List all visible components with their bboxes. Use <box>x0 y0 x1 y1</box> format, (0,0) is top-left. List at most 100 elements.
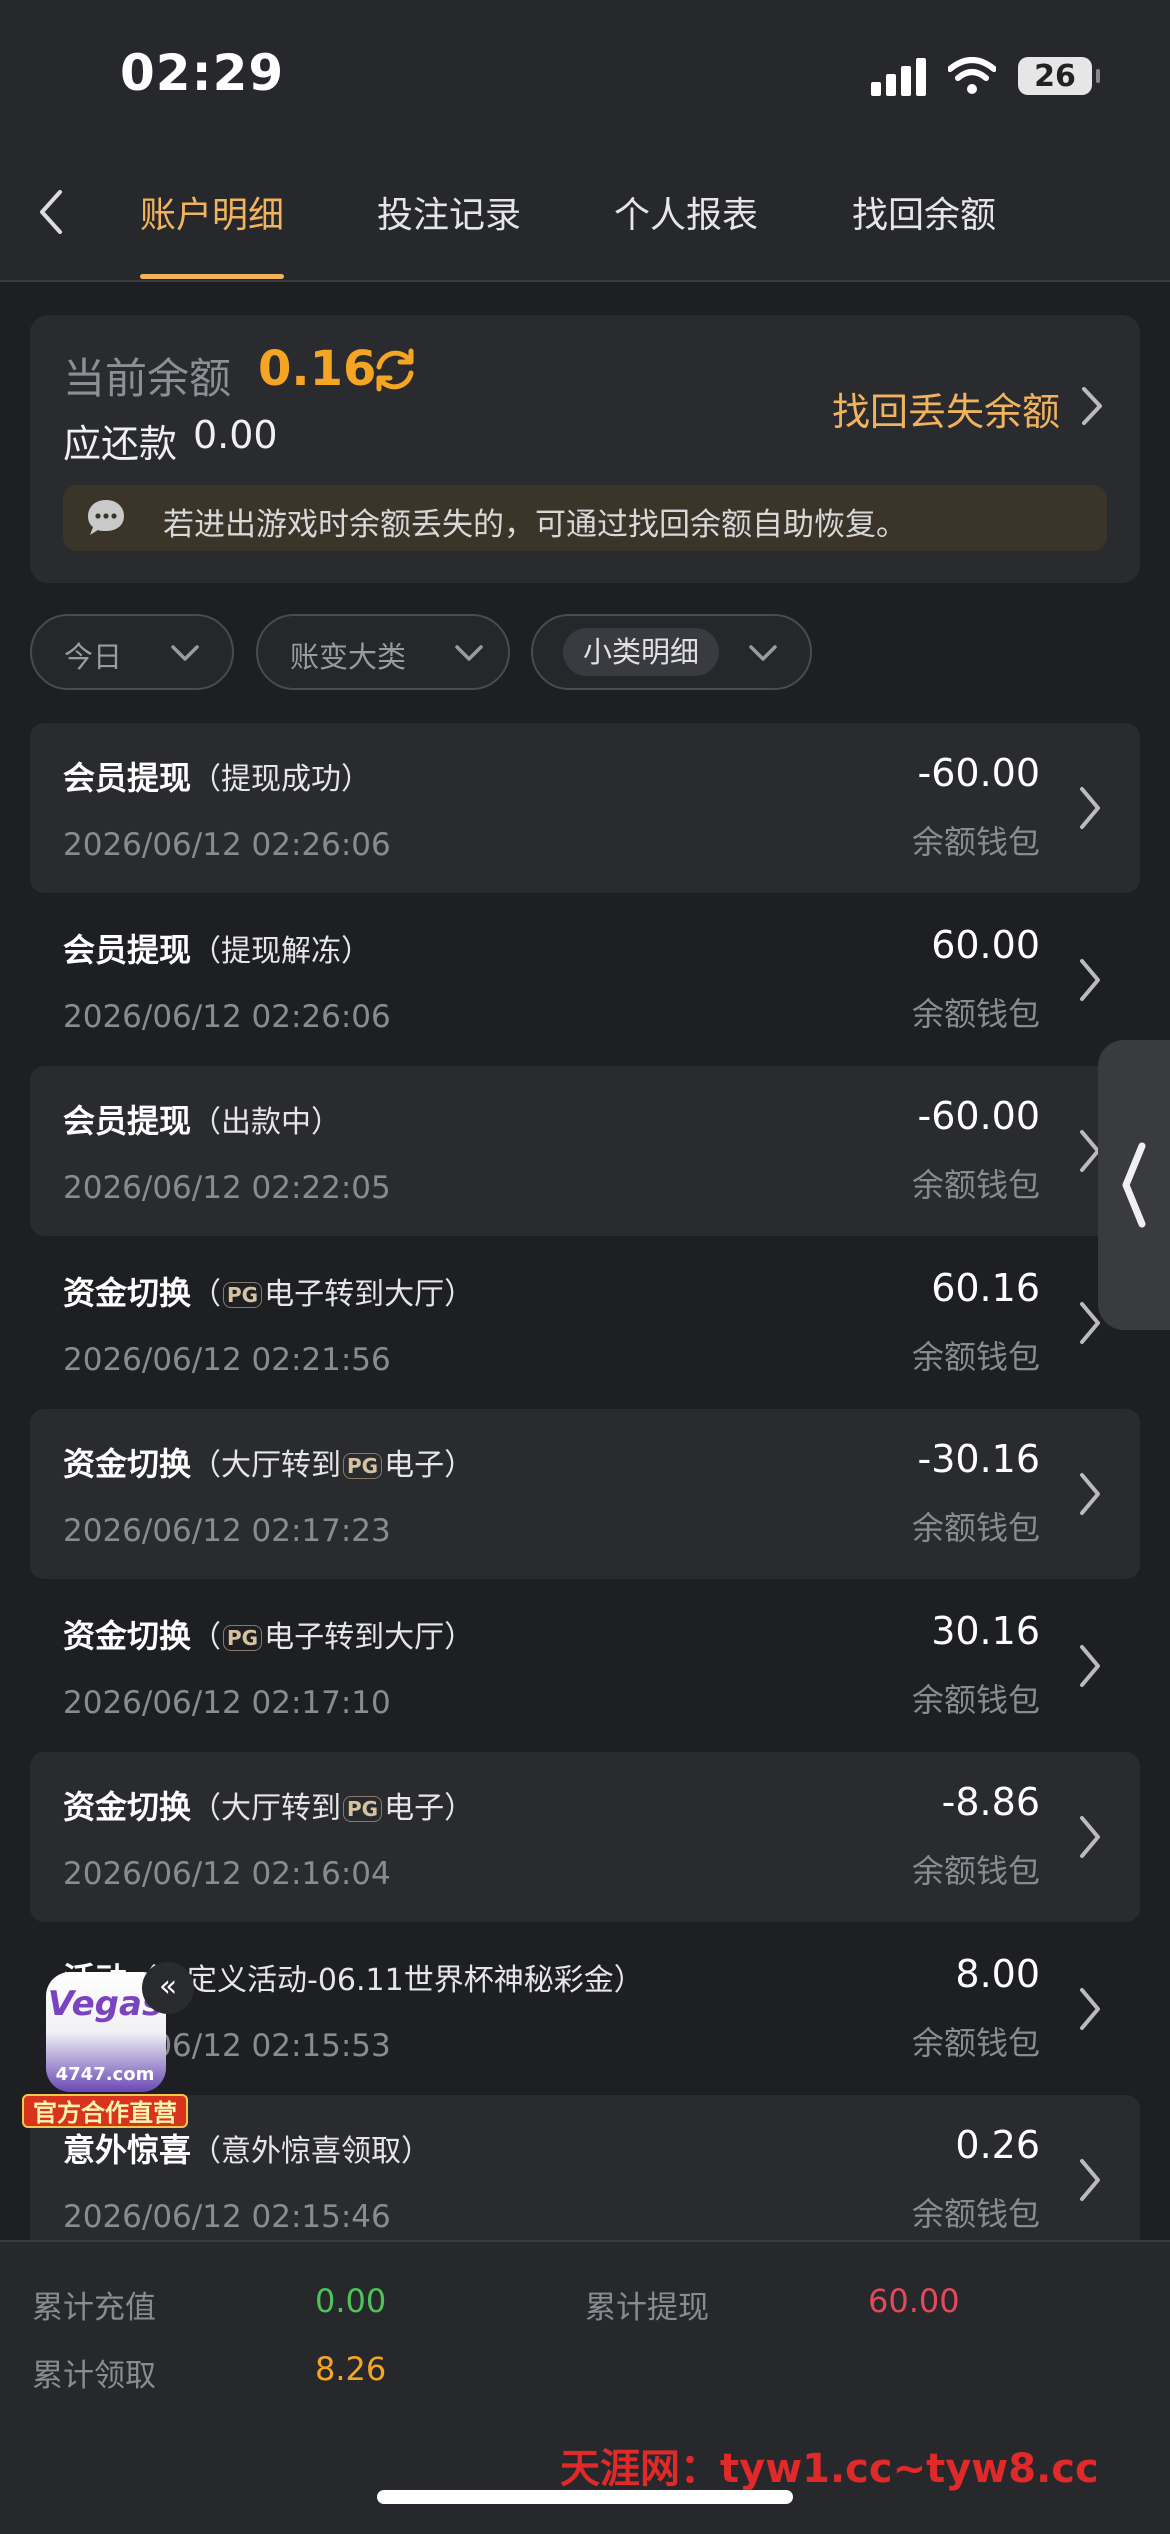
tip-banner: 若进出游戏时余额丢失的，可通过找回余额自助恢复。 <box>63 485 1107 551</box>
transaction-amount: -60.00 <box>917 751 1041 795</box>
chat-bubble-icon <box>88 500 124 535</box>
chevron-right-icon <box>1080 2159 1100 2201</box>
transaction-wallet: 余额钱包 <box>911 1852 1040 1890</box>
transaction-amount: 60.00 <box>931 923 1040 967</box>
chevron-down-icon <box>749 645 777 661</box>
battery-icon: 26 <box>1018 57 1100 95</box>
signal-icon <box>871 56 926 96</box>
refresh-icon[interactable] <box>370 345 420 395</box>
transaction-amount: 60.16 <box>931 1266 1040 1310</box>
deposit-total-label: 累计充值 <box>32 2290 156 2326</box>
chevron-right-icon <box>1080 1816 1100 1858</box>
filter-subcategory-label: 小类明细 <box>563 628 720 676</box>
wifi-icon <box>948 57 996 94</box>
filter-category[interactable]: 账变大类 <box>256 614 510 690</box>
transaction-row[interactable]: 会员提现（提现成功） 2026/06/12 02:26:06 -60.00 余额… <box>30 723 1140 893</box>
transaction-row[interactable]: 资金切换（ PG 电子转到大厅） 2026/06/12 02:21:56 60.16… <box>30 1238 1140 1408</box>
floating-ad[interactable]: Vegas 4747.com 官方合作直营 « <box>20 1962 194 2132</box>
balance-value: 0.16 <box>258 341 377 397</box>
recover-lost-balance-link[interactable]: 找回丢失余额 <box>832 381 1060 436</box>
transaction-title: 会员提现（提现成功） <box>63 759 372 797</box>
ad-badge: 官方合作直营 <box>22 2094 188 2128</box>
withdraw-total-label: 累计提现 <box>585 2290 709 2326</box>
claim-total-label: 累计领取 <box>32 2358 156 2394</box>
chevron-right-icon[interactable] <box>1076 383 1106 429</box>
deposit-total-value: 0.00 <box>315 2282 387 2320</box>
transaction-amount: -30.16 <box>917 1437 1041 1481</box>
transaction-date: 2026/06/12 02:17:23 <box>63 1513 391 1549</box>
transaction-row[interactable]: 资金切换（ PG 电子转到大厅） 2026/06/12 02:17:10 30.16… <box>30 1581 1140 1751</box>
chevron-left-icon <box>40 190 62 234</box>
pg-logo-icon: PG <box>223 1625 263 1651</box>
tip-text: 若进出游戏时余额丢失的，可通过找回余额自助恢复。 <box>163 507 907 543</box>
balance-label: 当前余额 <box>63 354 232 403</box>
transaction-wallet: 余额钱包 <box>911 995 1040 1033</box>
transaction-wallet: 余额钱包 <box>911 2024 1040 2062</box>
chevron-right-icon <box>1080 787 1100 829</box>
active-tab-indicator <box>140 274 284 279</box>
transaction-wallet: 余额钱包 <box>911 1338 1040 1376</box>
withdraw-total-value: 60.00 <box>868 2282 960 2320</box>
transaction-row[interactable]: 活动（自定义活动-06.11世界杯神秘彩金） 2026/06/12 02:15:… <box>30 1924 1140 2094</box>
tab-personal-report[interactable]: 个人报表 <box>614 186 758 238</box>
transaction-title: 资金切换（大厅转到 PG 电子） <box>63 1788 475 1826</box>
filter-subcategory[interactable]: 小类明细 <box>531 614 812 690</box>
transaction-date: 2026/06/12 02:22:05 <box>63 1170 391 1206</box>
watermark: 天涯网：tyw1.cc~tyw8.cc <box>560 2446 1099 2492</box>
tab-account-detail[interactable]: 账户明细 <box>140 186 284 238</box>
home-indicator[interactable] <box>377 2490 793 2504</box>
status-icons: 26 <box>871 56 1100 96</box>
transaction-amount: -8.86 <box>941 1780 1040 1824</box>
chevron-right-icon <box>1080 1645 1100 1687</box>
chevron-down-icon <box>455 645 483 661</box>
transaction-amount: -60.00 <box>917 1094 1041 1138</box>
chevron-right-icon <box>1080 959 1100 1001</box>
transaction-title: 资金切换（ PG 电子转到大厅） <box>63 1617 475 1655</box>
top-navigation: 账户明细 投注记录 个人报表 找回余额 <box>0 150 1170 282</box>
owe-value: 0.00 <box>193 413 278 457</box>
transaction-date: 2026/06/12 02:26:06 <box>63 827 391 863</box>
tab-bet-records[interactable]: 投注记录 <box>377 186 521 238</box>
pg-logo-icon: PG <box>343 1453 383 1479</box>
ad-domain: 4747.com <box>55 2064 155 2085</box>
claim-total-value: 8.26 <box>315 2350 387 2388</box>
transaction-wallet: 余额钱包 <box>911 1509 1040 1547</box>
transaction-wallet: 余额钱包 <box>911 1166 1040 1204</box>
tab-recover-balance[interactable]: 找回余额 <box>852 186 996 238</box>
filter-date-label: 今日 <box>64 640 123 674</box>
balance-card: 当前余额 0.16 应还款 0.00 找回丢失余额 若进出游戏时余额丢失的，可通… <box>30 315 1140 583</box>
chevron-right-icon <box>1080 1988 1100 2030</box>
transaction-title: 会员提现（提现解冻） <box>63 931 372 969</box>
transaction-date: 2026/06/12 02:17:10 <box>63 1685 391 1721</box>
transaction-title: 资金切换（ PG 电子转到大厅） <box>63 1274 475 1312</box>
transaction-wallet: 余额钱包 <box>911 1681 1040 1719</box>
back-button[interactable] <box>30 182 70 242</box>
transaction-row[interactable]: 资金切换（大厅转到 PG 电子） 2026/06/12 02:16:04 -8.86… <box>30 1752 1140 1922</box>
chevron-right-icon <box>1080 1473 1100 1515</box>
transaction-row[interactable]: 会员提现（出款中） 2026/06/12 02:22:05 -60.00 余额钱… <box>30 1066 1140 1236</box>
status-time: 02:29 <box>120 44 285 102</box>
transaction-date: 2026/06/12 02:21:56 <box>63 1342 391 1378</box>
transaction-amount: 8.00 <box>955 1952 1040 1996</box>
transaction-title: 会员提现（出款中） <box>63 1102 342 1140</box>
ad-collapse-button[interactable]: « <box>142 1962 194 2014</box>
status-bar: 02:29 26 <box>0 0 1170 150</box>
owe-label: 应还款 <box>63 422 178 466</box>
filter-date[interactable]: 今日 <box>30 614 234 690</box>
chevron-down-icon <box>171 645 199 661</box>
transaction-title: 资金切换（大厅转到 PG 电子） <box>63 1445 475 1483</box>
transaction-row[interactable]: 资金切换（大厅转到 PG 电子） 2026/06/12 02:17:23 -30.1… <box>30 1409 1140 1579</box>
transaction-amount: 0.26 <box>955 2123 1040 2167</box>
transaction-date: 2026/06/12 02:15:46 <box>63 2199 391 2235</box>
transaction-row[interactable]: 会员提现（提现解冻） 2026/06/12 02:26:06 60.00 余额钱… <box>30 895 1140 1065</box>
transaction-date: 2026/06/12 02:26:06 <box>63 999 391 1035</box>
transaction-wallet: 余额钱包 <box>911 823 1040 861</box>
transaction-amount: 30.16 <box>931 1609 1040 1653</box>
chevron-left-icon <box>1122 1142 1146 1228</box>
filter-category-label: 账变大类 <box>290 640 407 674</box>
transaction-date: 2026/06/12 02:16:04 <box>63 1856 391 1892</box>
transaction-wallet: 余额钱包 <box>911 2195 1040 2233</box>
pg-logo-icon: PG <box>343 1796 383 1822</box>
side-drawer-handle[interactable] <box>1098 1040 1170 1330</box>
pg-logo-icon: PG <box>223 1282 263 1308</box>
